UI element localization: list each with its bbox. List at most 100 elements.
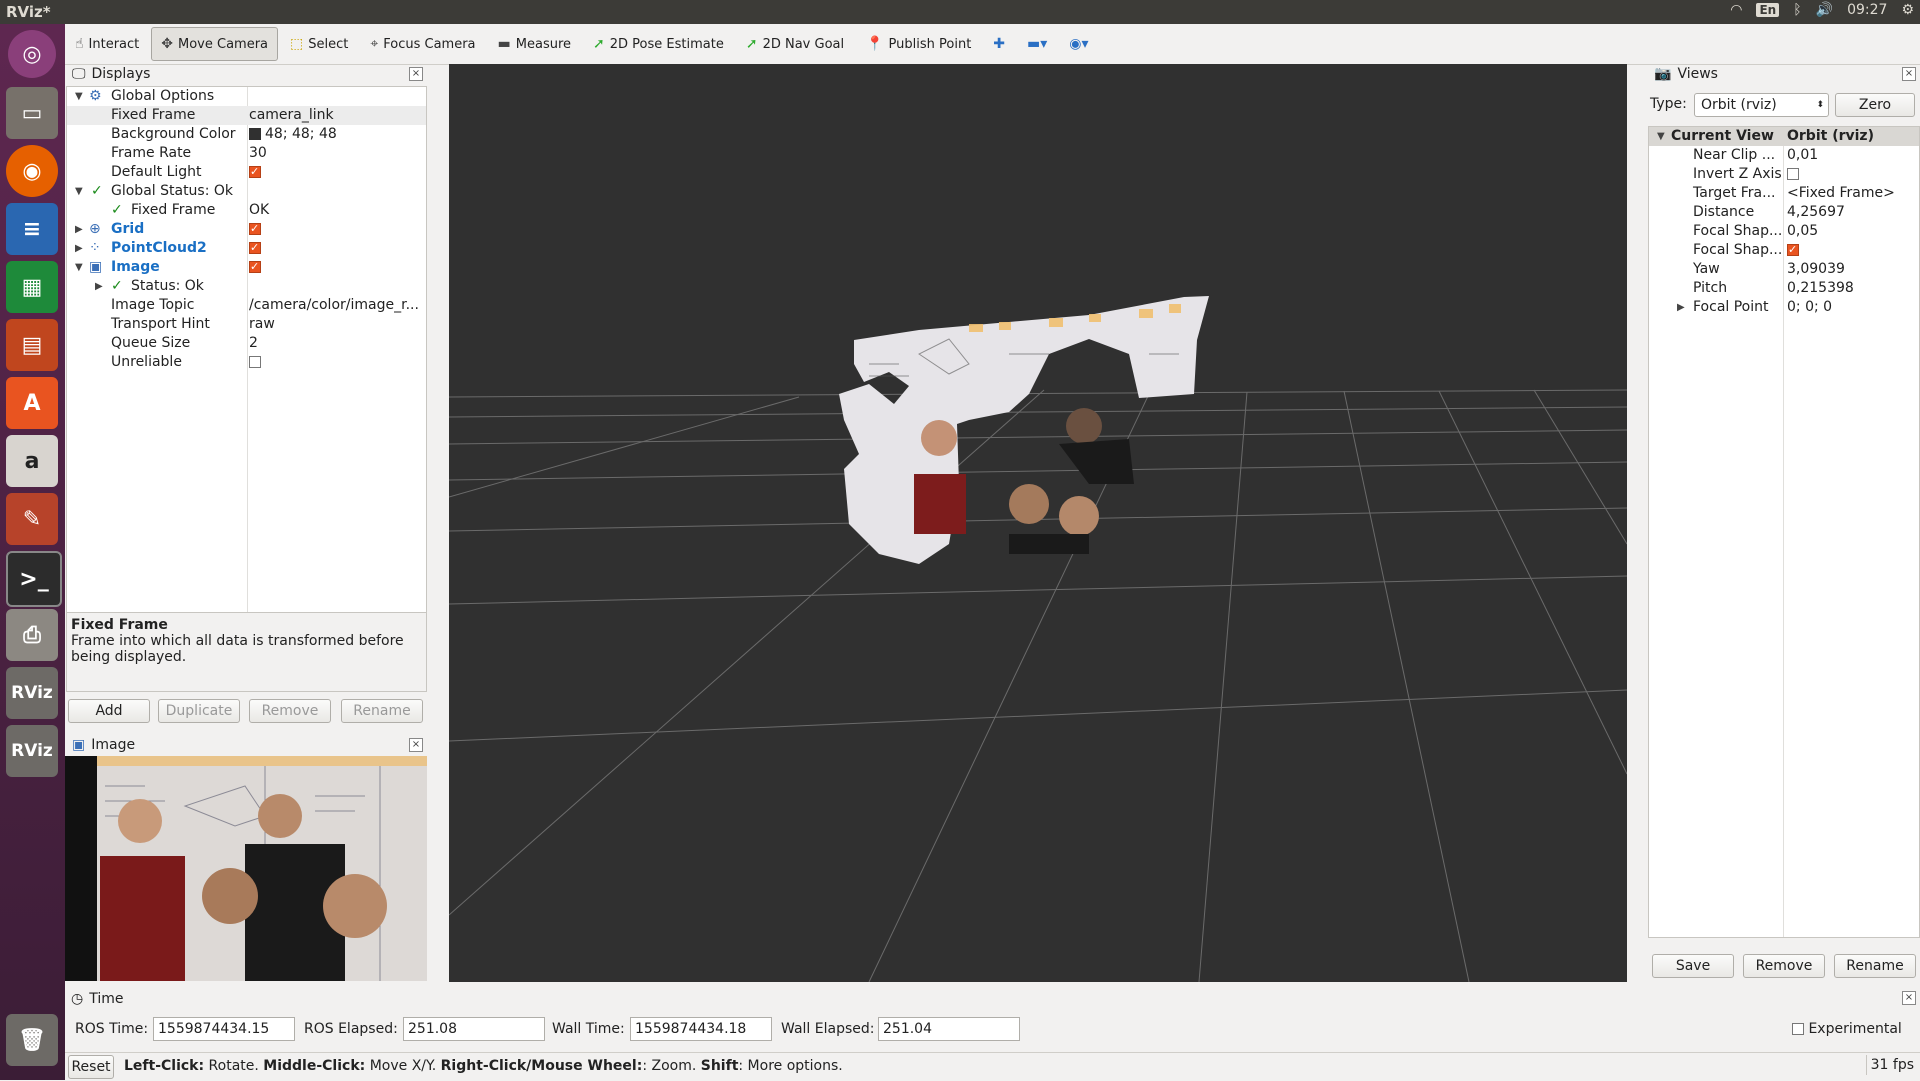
add-button[interactable]: Add: [68, 699, 150, 723]
invert-z-checkbox[interactable]: [1787, 168, 1799, 180]
tool-2d-nav-goal[interactable]: ➚ 2D Nav Goal: [736, 27, 854, 61]
tool-publish-point[interactable]: 📍 Publish Point: [856, 27, 981, 61]
calc-icon[interactable]: ▦: [6, 261, 58, 313]
tree-row-frame-rate[interactable]: Frame Rate 30: [67, 144, 426, 163]
row-value[interactable]: 30: [249, 144, 267, 163]
row-value[interactable]: 3,09039: [1787, 260, 1845, 279]
tree-row-fixed-frame[interactable]: Fixed Frame camera_link: [67, 106, 426, 125]
view-row-yaw[interactable]: Yaw 3,09039: [1649, 260, 1919, 279]
tree-row-transport-hint[interactable]: Transport Hint raw: [67, 315, 426, 334]
software-center-icon[interactable]: A: [6, 377, 58, 429]
tree-row-global-options[interactable]: ▼ ⚙ Global Options: [67, 87, 426, 106]
row-value[interactable]: /camera/color/image_r...: [249, 296, 419, 315]
view-row-distance[interactable]: Distance 4,25697: [1649, 203, 1919, 222]
tree-row-unreliable[interactable]: Unreliable: [67, 353, 426, 372]
view-row-pitch[interactable]: Pitch 0,215398: [1649, 279, 1919, 298]
expand-arrow-icon[interactable]: ▶: [75, 239, 83, 258]
rename-button[interactable]: Rename: [341, 699, 423, 723]
tree-row-default-light[interactable]: Default Light: [67, 162, 426, 182]
save-view-button[interactable]: Save: [1652, 954, 1734, 978]
row-value[interactable]: camera_link: [249, 106, 334, 125]
zero-button[interactable]: Zero: [1835, 93, 1915, 117]
view-type-select[interactable]: Orbit (rviz) ⬍: [1694, 93, 1829, 117]
row-value[interactable]: 2: [249, 334, 258, 353]
expand-arrow-icon[interactable]: ▶: [75, 220, 83, 239]
tool-measure[interactable]: ▬ Measure: [488, 27, 581, 61]
tool-interact[interactable]: ☝ Interact: [65, 27, 149, 61]
duplicate-button[interactable]: Duplicate: [158, 699, 240, 723]
view-row-invert-z[interactable]: Invert Z Axis: [1649, 165, 1919, 184]
tool-properties-button[interactable]: ◉▾: [1059, 27, 1098, 61]
add-tool-button[interactable]: ✚: [983, 27, 1015, 61]
tree-row-image-status[interactable]: ▶ ✓ Status: Ok: [67, 277, 426, 296]
bluetooth-icon[interactable]: ᛒ: [1793, 2, 1801, 18]
keyboard-layout-indicator[interactable]: En: [1756, 3, 1780, 17]
focal-shape-checkbox[interactable]: [1787, 240, 1799, 259]
remove-button[interactable]: Remove: [249, 699, 331, 723]
view-row-focal-shape-fixed[interactable]: Focal Shap...: [1649, 240, 1919, 260]
tree-row-global-status[interactable]: ▼ ✓ Global Status: Ok: [67, 182, 426, 201]
settings-icon[interactable]: ✎: [6, 493, 58, 545]
expand-arrow-icon[interactable]: ▶: [95, 277, 103, 296]
view-row-focal-point[interactable]: ▶ Focal Point 0; 0; 0: [1649, 298, 1919, 317]
printer-icon[interactable]: ⎙: [6, 609, 58, 661]
amazon-icon[interactable]: a: [6, 435, 58, 487]
expand-arrow-icon[interactable]: ▶: [1677, 298, 1685, 317]
trash-icon[interactable]: 🗑: [6, 1014, 58, 1066]
row-value[interactable]: raw: [249, 315, 275, 334]
close-icon[interactable]: ×: [1902, 67, 1916, 81]
experimental-toggle[interactable]: Experimental: [1792, 1021, 1902, 1037]
row-value[interactable]: 0,05: [1787, 222, 1818, 241]
writer-icon[interactable]: ≡: [6, 203, 58, 255]
ros-elapsed-field[interactable]: 251.08: [403, 1017, 545, 1041]
rename-view-button[interactable]: Rename: [1834, 954, 1916, 978]
row-value[interactable]: 48; 48; 48: [249, 125, 337, 144]
current-view-row[interactable]: ▼ Current View Orbit (rviz): [1649, 127, 1919, 146]
row-value[interactable]: 0,215398: [1787, 279, 1854, 298]
close-icon[interactable]: ×: [409, 67, 423, 81]
terminal-icon[interactable]: >_: [6, 551, 62, 607]
rviz-launcher-2[interactable]: RViz: [6, 725, 58, 777]
view-row-near-clip[interactable]: Near Clip ... 0,01: [1649, 146, 1919, 165]
tool-move-camera[interactable]: ✥ Move Camera: [151, 27, 279, 61]
remove-view-button[interactable]: Remove: [1743, 954, 1825, 978]
wall-elapsed-field[interactable]: 251.04: [878, 1017, 1020, 1041]
experimental-checkbox[interactable]: [1792, 1023, 1804, 1035]
wifi-icon[interactable]: ◠: [1730, 2, 1742, 18]
clock[interactable]: 09:27: [1847, 2, 1887, 18]
ros-time-field[interactable]: 1559874434.15: [153, 1017, 295, 1041]
tree-row-background-color[interactable]: Background Color 48; 48; 48: [67, 125, 426, 144]
files-icon[interactable]: ▭: [6, 87, 58, 139]
reset-button[interactable]: Reset: [68, 1055, 114, 1079]
wall-time-field[interactable]: 1559874434.18: [630, 1017, 772, 1041]
row-value[interactable]: <Fixed Frame>: [1787, 184, 1895, 203]
gear-icon[interactable]: ⚙: [1901, 2, 1914, 18]
image-checkbox[interactable]: [249, 257, 261, 276]
tree-row-image[interactable]: ▼ ▣ Image: [67, 257, 426, 277]
tree-row-grid[interactable]: ▶ ⊕ Grid: [67, 219, 426, 239]
remove-tool-button[interactable]: ▬▾: [1017, 27, 1057, 61]
close-icon[interactable]: ×: [409, 738, 423, 752]
tool-focus-camera[interactable]: ⌖ Focus Camera: [360, 27, 485, 61]
grid-checkbox[interactable]: [249, 219, 261, 238]
impress-icon[interactable]: ▤: [6, 319, 58, 371]
view-row-focal-shape-size[interactable]: Focal Shap... 0,05: [1649, 222, 1919, 241]
ubuntu-dash-icon[interactable]: ◎: [8, 30, 56, 78]
volume-icon[interactable]: 🔊: [1816, 2, 1833, 18]
row-value[interactable]: 0,01: [1787, 146, 1818, 165]
expand-arrow-icon[interactable]: ▼: [75, 87, 83, 106]
view-row-target-frame[interactable]: Target Fra... <Fixed Frame>: [1649, 184, 1919, 203]
3d-render-view[interactable]: ◀ ▶: [449, 64, 1627, 982]
tree-row-pointcloud2[interactable]: ▶ ⁘ PointCloud2: [67, 238, 426, 258]
tool-select[interactable]: ⬚ Select: [280, 27, 358, 61]
tool-2d-pose-estimate[interactable]: ➚ 2D Pose Estimate: [583, 27, 734, 61]
row-value[interactable]: 4,25697: [1787, 203, 1845, 222]
expand-arrow-icon[interactable]: ▼: [1657, 127, 1665, 146]
default-light-checkbox[interactable]: [249, 162, 261, 181]
unreliable-checkbox[interactable]: [249, 356, 261, 368]
tree-row-image-topic[interactable]: Image Topic/camera/color/image_r...: [67, 296, 426, 315]
tree-row-status-fixed-frame[interactable]: ✓ Fixed Frame OK: [67, 201, 426, 220]
pointcloud2-checkbox[interactable]: [249, 238, 261, 257]
expand-arrow-icon[interactable]: ▼: [75, 182, 83, 201]
tree-row-queue-size[interactable]: Queue Size 2: [67, 334, 426, 353]
